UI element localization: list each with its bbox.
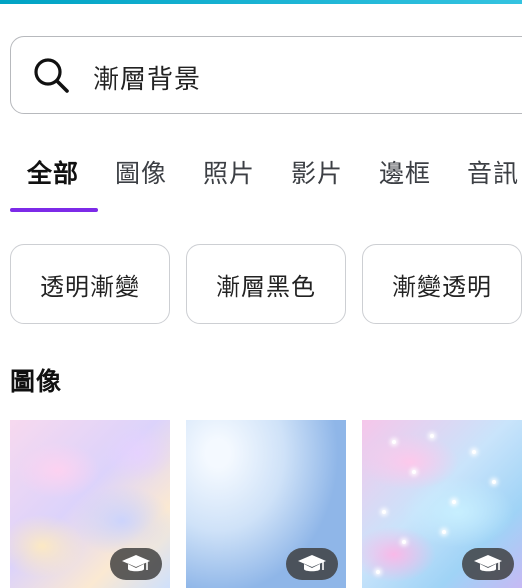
education-badge (462, 548, 514, 580)
sparkle (472, 450, 476, 454)
suggestion-chip[interactable]: 透明漸變 (10, 244, 170, 324)
section-title: 圖像 (10, 367, 63, 396)
graduation-cap-icon (122, 555, 150, 572)
education-badge (286, 548, 338, 580)
sparkle (382, 510, 386, 514)
category-tabs: 全部 圖像 照片 影片 邊框 音訊 (0, 148, 522, 214)
result-thumbnail[interactable] (362, 420, 522, 588)
search-query-text: 漸層背景 (93, 65, 202, 95)
sparkle (492, 480, 496, 484)
search-icon (34, 58, 69, 93)
active-tab-indicator (10, 208, 98, 212)
tab-audio[interactable]: 音訊 (467, 154, 519, 190)
education-badge (110, 548, 162, 580)
tab-graphics[interactable]: 圖像 (115, 154, 167, 190)
sparkle (452, 500, 456, 504)
sparkle (376, 570, 380, 574)
tab-frames[interactable]: 邊框 (379, 154, 431, 190)
tab-videos[interactable]: 影片 (291, 154, 343, 190)
top-accent-bar (0, 0, 522, 4)
result-thumbnail[interactable] (10, 420, 170, 588)
sparkle (392, 440, 396, 444)
suggestion-chip[interactable]: 漸變透明 (362, 244, 522, 324)
sparkle (402, 540, 406, 544)
sparkle (442, 530, 446, 534)
sparkle (430, 434, 434, 438)
graduation-cap-icon (474, 555, 502, 572)
sparkle (412, 470, 416, 474)
search-input[interactable]: 漸層背景 (10, 36, 522, 114)
tab-photos[interactable]: 照片 (203, 154, 255, 190)
suggestion-chips: 透明漸變 漸層黑色 漸變透明 (0, 244, 522, 324)
result-thumbnail[interactable] (186, 420, 346, 588)
graduation-cap-icon (298, 555, 326, 572)
tab-all[interactable]: 全部 (27, 154, 79, 190)
suggestion-chip[interactable]: 漸層黑色 (186, 244, 346, 324)
